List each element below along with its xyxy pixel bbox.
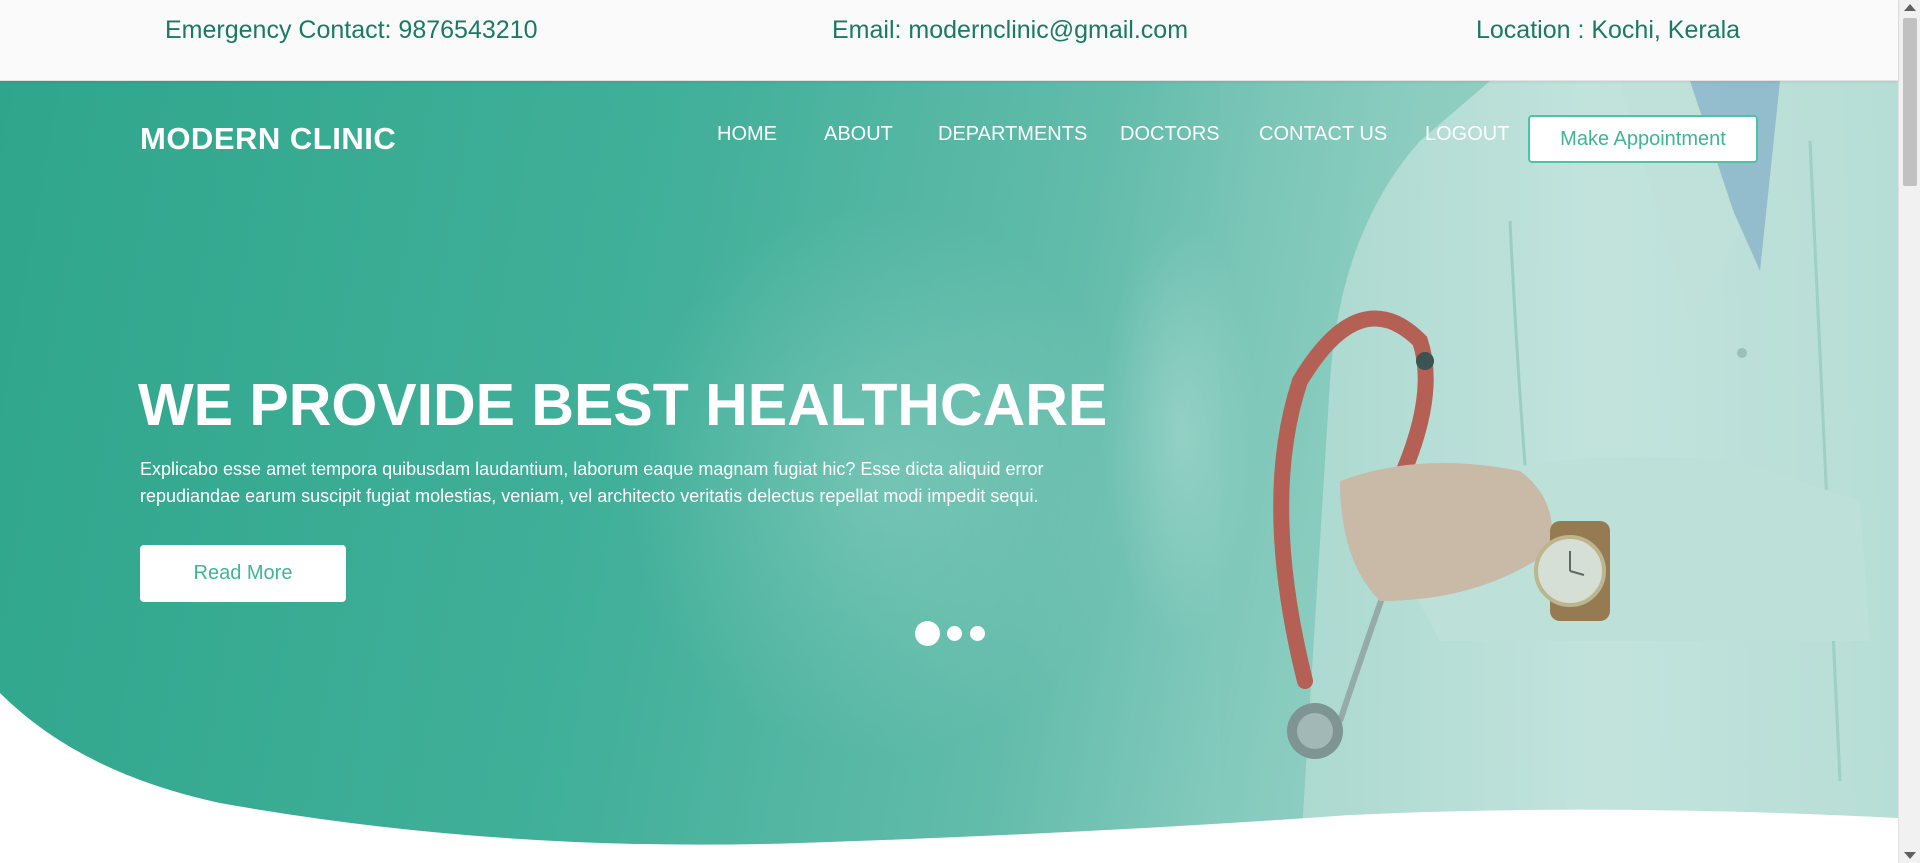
page-scrollbar[interactable] xyxy=(1898,0,1920,863)
nav-item-home[interactable]: HOME xyxy=(717,123,777,146)
nav-item-logout[interactable]: LOGOUT xyxy=(1425,123,1509,146)
location-info: Location : Kochi, Kerala xyxy=(1476,16,1741,44)
nav-item-departments[interactable]: DEPARTMENTS xyxy=(938,123,1087,146)
scroll-thumb[interactable] xyxy=(1903,18,1917,186)
slider-dot-3[interactable] xyxy=(970,626,985,641)
nav-item-about[interactable]: ABOUT xyxy=(824,123,893,146)
nav-item-contact-us[interactable]: CONTACT US xyxy=(1259,123,1387,146)
scroll-up-icon[interactable] xyxy=(1904,4,1916,11)
make-appointment-button[interactable]: Make Appointment xyxy=(1528,115,1758,163)
read-more-button[interactable]: Read More xyxy=(140,545,346,602)
hero-text: Explicabo esse amet tempora quibusdam la… xyxy=(140,459,1044,506)
nav-item-doctors[interactable]: DOCTORS xyxy=(1120,123,1220,146)
email-contact: Email: modernclinic@gmail.com xyxy=(832,16,1189,44)
slider-dot-1[interactable] xyxy=(915,621,940,646)
slider-dot-2[interactable] xyxy=(947,626,962,641)
brand-logo[interactable]: MODERN CLINIC xyxy=(140,121,396,157)
hero-wave xyxy=(0,693,1898,863)
contact-bar: Emergency Contact: 9876543210 Email: mod… xyxy=(0,0,1898,81)
scroll-down-icon[interactable] xyxy=(1904,852,1916,859)
hero-section: MODERN CLINIC HOME ABOUT DEPARTMENTS DOC… xyxy=(0,81,1898,863)
hero-title: WE PROVIDE BEST HEALTHCARE xyxy=(138,372,1108,438)
emergency-contact: Emergency Contact: 9876543210 xyxy=(165,16,538,44)
